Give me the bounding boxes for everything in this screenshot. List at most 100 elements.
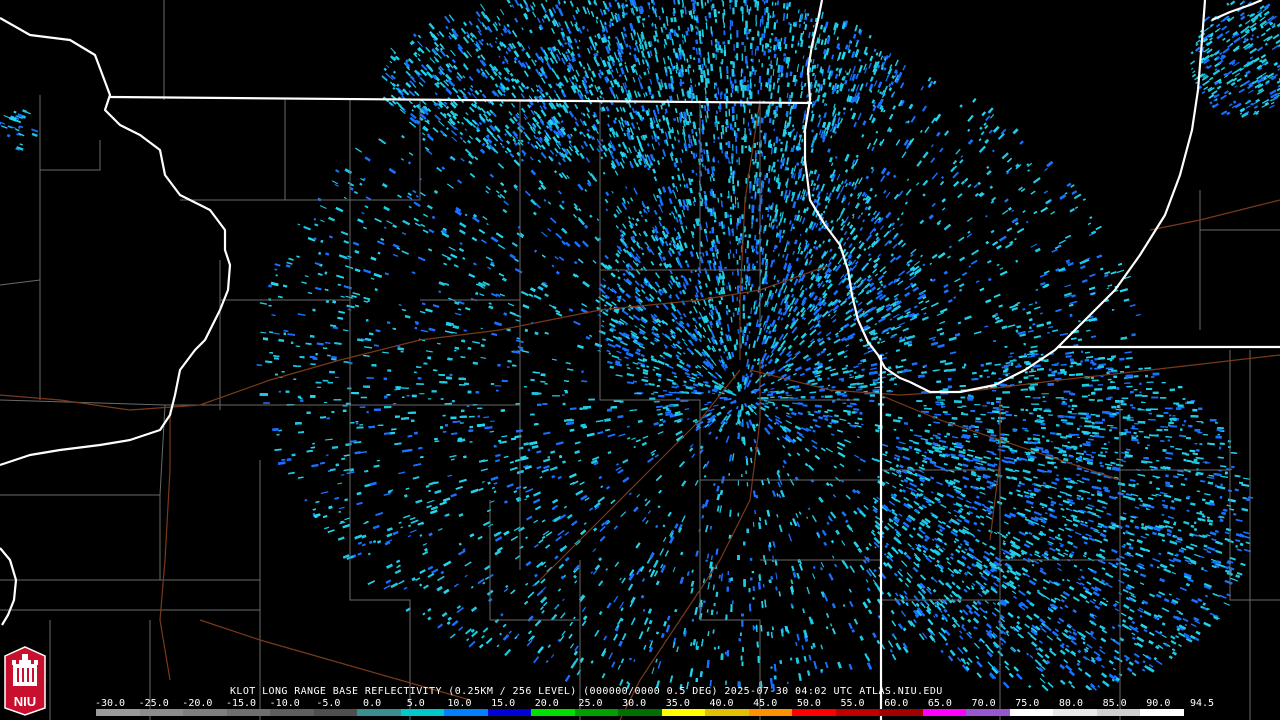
echo-mark	[655, 524, 659, 529]
echo-mark	[349, 186, 354, 191]
echo-mark	[861, 368, 865, 372]
echo-mark	[905, 335, 912, 340]
echo-mark	[886, 171, 891, 176]
echo-mark	[628, 657, 633, 661]
echo-mark	[1025, 220, 1029, 224]
echo-mark	[792, 250, 795, 255]
echo-mark	[716, 505, 720, 512]
echo-mark	[668, 263, 673, 269]
echo-mark	[1117, 262, 1123, 266]
echo-mark	[468, 429, 474, 433]
echo-mark	[1034, 301, 1038, 305]
echo-mark	[487, 481, 491, 485]
echo-mark	[296, 255, 300, 259]
echo-mark	[527, 448, 531, 452]
echo-mark	[274, 268, 278, 271]
echo-mark	[755, 494, 759, 499]
echo-mark	[1002, 373, 1011, 375]
echo-mark	[756, 357, 761, 362]
echo-mark	[697, 273, 701, 278]
echo-mark	[939, 359, 947, 364]
echo-mark	[989, 185, 994, 190]
echo-mark	[822, 78, 826, 83]
echo-mark	[607, 450, 612, 455]
echo-mark	[384, 272, 389, 276]
echo-mark	[853, 408, 859, 411]
echo-mark	[856, 436, 860, 439]
echo-mark	[941, 175, 945, 180]
echo-mark	[586, 432, 595, 437]
echo-mark	[772, 555, 774, 560]
echo-mark	[658, 423, 664, 427]
echo-mark	[807, 507, 811, 511]
echo-mark	[649, 639, 651, 642]
echo-mark	[428, 327, 436, 332]
echo-mark	[386, 321, 391, 325]
echo-mark	[561, 460, 567, 464]
echo-mark	[806, 670, 811, 676]
echo-mark	[1077, 338, 1083, 342]
echo-mark	[730, 316, 733, 323]
echo-mark	[344, 498, 349, 502]
echo-mark	[343, 360, 349, 364]
echo-mark	[951, 416, 958, 420]
echo-mark	[825, 626, 829, 630]
echo-mark	[944, 361, 953, 366]
echo-mark	[834, 156, 838, 159]
echo-mark	[668, 67, 673, 75]
echo-mark	[367, 299, 370, 303]
echo-mark	[936, 559, 940, 564]
echo-mark	[1035, 288, 1039, 291]
echo-mark	[656, 408, 661, 411]
echo-mark	[334, 342, 342, 345]
echo-mark	[274, 448, 282, 452]
echo-mark	[494, 459, 501, 463]
echo-mark	[1089, 216, 1093, 220]
echo-mark	[786, 92, 789, 98]
echo-mark	[716, 123, 719, 131]
echo-mark	[706, 110, 709, 119]
echo-mark	[472, 361, 479, 365]
echo-mark	[568, 140, 572, 144]
echo-mark	[1083, 469, 1089, 473]
echo-mark	[701, 503, 706, 509]
echo-mark	[498, 439, 502, 443]
echo-mark	[1028, 326, 1032, 330]
echo-mark	[419, 534, 423, 537]
echo-mark	[354, 268, 361, 273]
echo-mark	[952, 503, 956, 506]
echo-mark	[609, 365, 615, 369]
echo-mark	[870, 166, 874, 170]
echo-mark	[345, 443, 352, 447]
echo-mark	[706, 553, 710, 559]
echo-mark	[396, 565, 399, 569]
echo-mark	[608, 352, 612, 355]
echo-mark	[507, 359, 512, 363]
echo-mark	[810, 148, 814, 153]
echo-mark	[756, 362, 760, 366]
echo-mark	[400, 526, 403, 529]
echo-mark	[427, 616, 432, 621]
echo-mark	[419, 583, 423, 587]
echo-mark	[623, 201, 627, 204]
echo-mark	[821, 98, 825, 103]
echo-mark	[581, 380, 588, 383]
echo-mark	[397, 347, 405, 351]
echo-mark	[846, 404, 853, 408]
echo-mark	[690, 642, 693, 647]
echo-mark	[873, 568, 877, 573]
echo-mark	[875, 130, 879, 134]
echo-mark	[652, 168, 657, 174]
echo-mark	[582, 425, 588, 429]
echo-mark	[543, 431, 551, 435]
echo-mark	[707, 631, 710, 637]
echo-mark	[1057, 533, 1061, 537]
echo-mark	[1123, 298, 1130, 302]
echo-mark	[789, 657, 793, 661]
echo-mark	[772, 402, 776, 406]
echo-mark	[715, 287, 719, 294]
echo-mark	[1014, 221, 1019, 226]
echo-mark	[684, 259, 688, 264]
echo-mark	[1008, 356, 1013, 358]
echo-mark	[709, 525, 713, 530]
